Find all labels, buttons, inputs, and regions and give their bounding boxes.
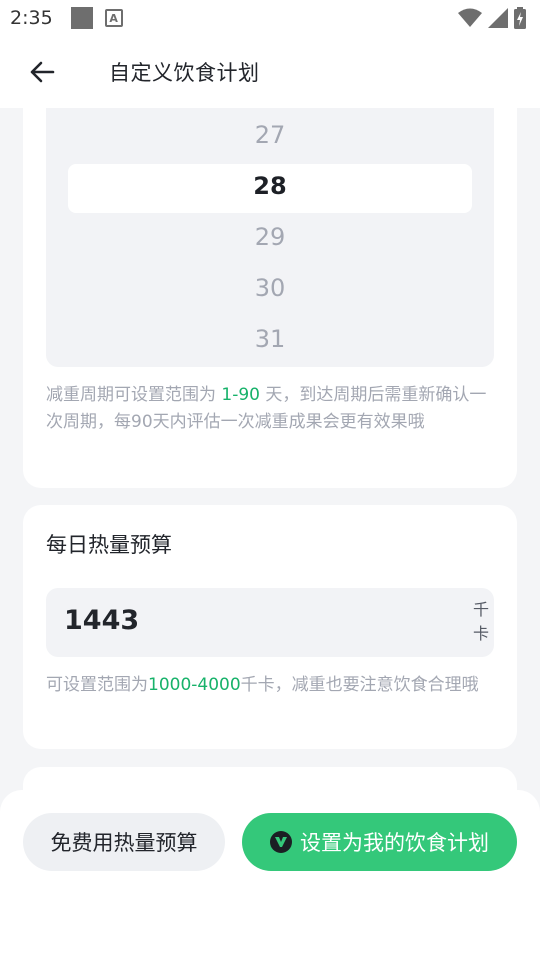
arrow-left-icon [30,61,55,83]
calorie-hint-range: 1000-4000 [148,675,241,695]
battery-icon [514,7,526,29]
calorie-value: 1443 [64,605,140,636]
page-title: 自定义饮食计划 [109,61,260,85]
calorie-hint-pre: 可设置范围为 [46,675,148,695]
back-button[interactable] [12,42,72,102]
picker-item-selected[interactable]: 28 [46,171,494,201]
set-diet-plan-button[interactable]: 设置为我的饮食计划 [242,813,517,871]
free-calorie-budget-button[interactable]: 免费用热量预算 [23,813,225,871]
period-hint: 减重周期可设置范围为 1-90 天，到达周期后需重新确认一次周期，每90天内评估… [46,382,496,436]
vip-badge-icon [270,831,292,853]
calorie-unit: 千卡 [472,600,489,643]
screen: 2:35 A 自定义饮食计划 27 28 29 30 31 减重周期可设置范围为… [0,0,540,960]
calorie-hint-post: 千卡，减重也要注意饮食合理哦 [240,675,479,695]
set-diet-plan-label: 设置为我的饮食计划 [300,831,489,855]
status-bar: 2:35 A [0,0,540,36]
calorie-card: 每日热量预算 1443 千卡 可设置范围为1000-4000千卡，减重也要注意饮… [23,505,517,749]
app-header: 自定义饮食计划 [0,36,540,108]
signal-icon [488,8,508,28]
calorie-input[interactable]: 1443 千卡 [46,588,494,657]
picker-item[interactable]: 30 [46,273,494,303]
notification-square-icon [70,7,93,29]
calorie-title: 每日热量预算 [46,533,172,557]
wifi-icon [458,8,482,27]
status-icons [458,7,526,29]
picker-item[interactable]: 31 [46,324,494,354]
period-card: 27 28 29 30 31 减重周期可设置范围为 1-90 天，到达周期后需重… [23,108,517,488]
picker-item[interactable]: 29 [46,222,494,252]
calorie-hint: 可设置范围为1000-4000千卡，减重也要注意饮食合理哦 [46,672,496,699]
status-time: 2:35 [10,7,53,29]
period-hint-pre: 减重周期可设置范围为 [46,385,222,405]
period-picker[interactable]: 27 28 29 30 31 [46,108,494,367]
notification-a-icon: A [104,9,123,27]
picker-item[interactable]: 27 [46,120,494,150]
period-hint-range: 1-90 [221,385,260,405]
bottom-action-bar: 免费用热量预算 设置为我的饮食计划 [0,790,540,960]
